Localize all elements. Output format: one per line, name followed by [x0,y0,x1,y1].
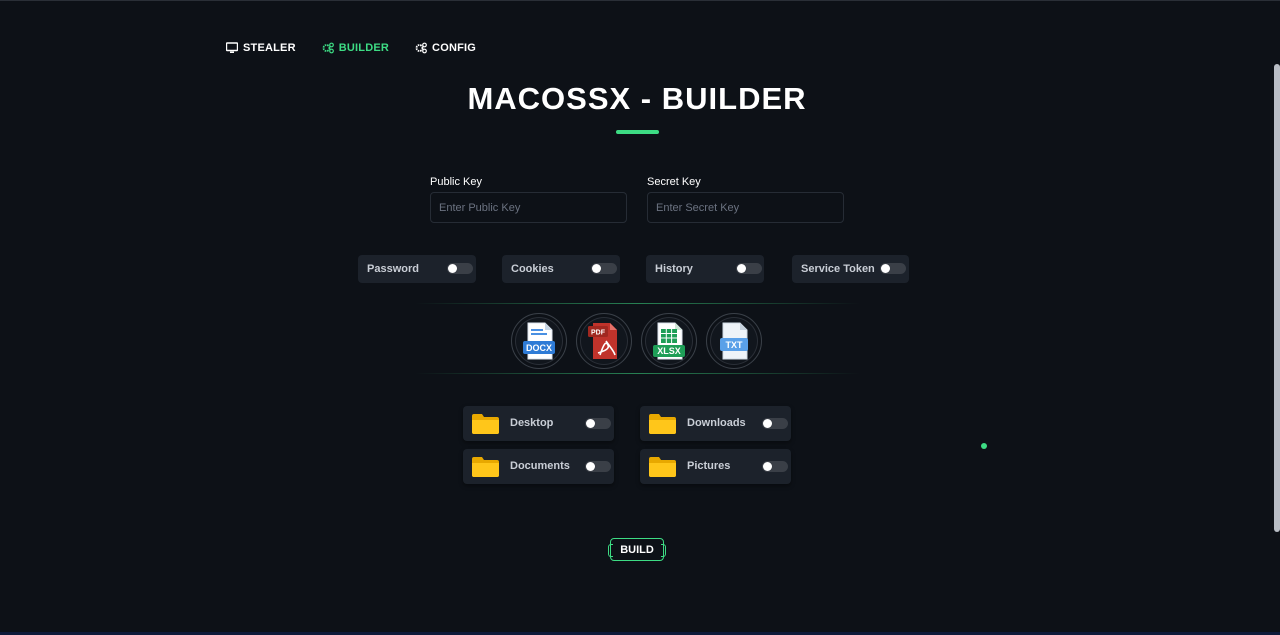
nav-config[interactable]: CONFIG [415,42,476,54]
status-dot [981,443,987,449]
secret-key-label: Secret Key [647,176,701,188]
docx-label: DOCX [526,343,552,353]
option-service-token: Service Token [792,255,909,283]
file-type-docx[interactable]: DOCX [511,313,567,369]
file-type-txt[interactable]: TXT [706,313,762,369]
txt-label: TXT [726,340,744,350]
public-key-label: Public Key [430,176,482,188]
service-token-toggle[interactable] [880,263,906,274]
nav-stealer-label: STEALER [243,42,296,54]
secret-key-input[interactable] [647,192,844,223]
folder-desktop: Desktop [463,406,614,441]
top-nav: STEALER BUILDER CONFIG [226,42,476,54]
nav-stealer[interactable]: STEALER [226,42,296,54]
option-cookies: Cookies [502,255,620,283]
folder-label: Desktop [510,417,554,429]
page-title: MACOSSX - BUILDER [467,81,807,116]
folder-label: Documents [510,460,570,472]
option-label: Cookies [511,263,554,275]
option-history: History [646,255,764,283]
file-type-pdf[interactable]: PDF [576,313,632,369]
history-toggle[interactable] [736,263,762,274]
file-type-xlsx[interactable]: XLSX [641,313,697,369]
pdf-label: PDF [591,330,606,337]
option-label: Password [367,263,419,275]
cookies-toggle[interactable] [591,263,617,274]
folder-downloads: Downloads [640,406,791,441]
monitor-icon [226,42,238,53]
documents-toggle[interactable] [585,461,611,472]
folder-icon [472,457,499,477]
divider-bottom [415,373,860,374]
public-key-input[interactable] [430,192,627,223]
xlsx-label: XLSX [657,346,681,356]
scrollbar[interactable] [1274,64,1280,532]
nav-builder[interactable]: BUILDER [322,42,389,54]
nav-config-label: CONFIG [432,42,477,54]
pictures-toggle[interactable] [762,461,788,472]
pdf-file-icon: PDF [588,323,617,359]
folder-label: Downloads [687,417,746,429]
folder-label: Pictures [687,460,731,472]
xlsx-file-icon: XLSX [653,322,685,360]
folder-icon [472,414,499,434]
option-label: History [655,263,693,275]
docx-file-icon: DOCX [523,322,555,360]
option-label: Service Token [801,263,875,275]
cogs-icon [322,42,334,54]
option-password: Password [358,255,476,283]
folder-pictures: Pictures [640,449,791,484]
folder-icon [649,414,676,434]
folder-documents: Documents [463,449,614,484]
folder-icon [649,457,676,477]
downloads-toggle[interactable] [762,418,788,429]
divider-top [415,303,860,304]
nav-builder-label: BUILDER [338,42,390,54]
password-toggle[interactable] [447,263,473,274]
build-button[interactable]: BUILD [608,538,666,561]
desktop-toggle[interactable] [585,418,611,429]
cogs-icon [415,42,427,54]
txt-file-icon: TXT [720,322,748,360]
title-underline [616,130,659,134]
